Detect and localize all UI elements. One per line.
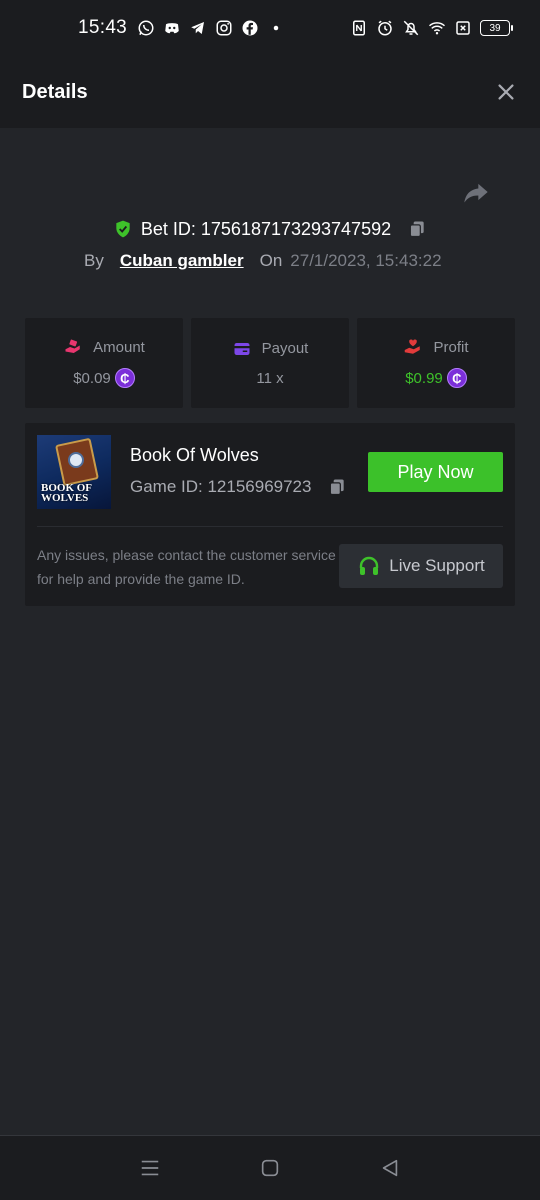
live-support-button[interactable]: Live Support xyxy=(339,544,503,588)
close-button[interactable] xyxy=(494,80,518,104)
eye-graphic xyxy=(68,452,84,468)
profit-card: Profit $0.99 ₵ xyxy=(357,318,515,408)
headset-icon xyxy=(360,556,379,575)
bet-id: Bet ID: 1756187173293747592 xyxy=(140,218,392,239)
sim-x-icon xyxy=(454,19,472,37)
status-bar: 15:43 39 xyxy=(0,0,540,56)
game-id: Game ID: 12156969723 xyxy=(130,477,312,496)
nfc-icon xyxy=(350,19,368,37)
copy-game-id-icon[interactable] xyxy=(327,477,347,497)
support-message: Any issues, please contact the customer … xyxy=(37,547,336,587)
close-icon xyxy=(498,84,514,100)
game-logo-text: BOOK OF WOLVES xyxy=(41,482,92,504)
game-name: Book Of Wolves xyxy=(130,445,259,465)
home-button[interactable] xyxy=(258,1156,282,1180)
game-id-row: Game ID: 12156969723 xyxy=(130,477,347,497)
telegram-icon xyxy=(189,19,207,37)
back-icon xyxy=(382,1159,398,1177)
card-icon xyxy=(234,342,250,355)
dot-icon xyxy=(267,19,285,37)
instagram-icon xyxy=(215,19,233,37)
system-nav-bar xyxy=(0,1135,540,1200)
facebook-icon xyxy=(241,19,259,37)
menu-icon xyxy=(141,1160,159,1176)
alarm-icon xyxy=(376,19,394,37)
profit-label: Profit xyxy=(433,338,469,356)
whatsapp-icon xyxy=(137,19,155,37)
shield-check-icon xyxy=(116,220,130,238)
hand-heart-icon xyxy=(405,339,421,354)
coin-icon: ₵ xyxy=(114,368,135,388)
wifi-icon xyxy=(428,19,446,37)
bet-datetime: 27/1/2023, 15:43:22 xyxy=(290,251,442,270)
share-button[interactable] xyxy=(462,178,490,206)
play-now-button[interactable]: Play Now xyxy=(368,452,503,492)
system-icons: 39 xyxy=(350,19,513,37)
game-panel: BOOK OF WOLVES Book Of Wolves Game ID: 1… xyxy=(25,423,515,606)
payout-card: Payout 11 x xyxy=(191,318,349,408)
on-label: On xyxy=(259,251,283,270)
notification-icons xyxy=(137,19,285,37)
by-label: By xyxy=(84,251,104,270)
bet-author-row: By Cuban gambler On 27/1/2023, 15:43:22 xyxy=(84,248,442,274)
coin-icon: ₵ xyxy=(446,368,467,388)
back-button[interactable] xyxy=(378,1156,402,1180)
bet-id-row: Bet ID: 1756187173293747592 xyxy=(0,215,540,243)
bell-off-icon xyxy=(402,19,420,37)
live-support-label: Live Support xyxy=(389,556,485,575)
user-link[interactable]: Cuban gambler xyxy=(120,251,244,271)
page-title: Details xyxy=(22,80,88,103)
profit-value: $0.99 xyxy=(405,369,443,387)
home-icon xyxy=(261,1159,279,1177)
recent-apps-button[interactable] xyxy=(138,1156,162,1180)
share-icon xyxy=(464,183,488,203)
game-thumbnail[interactable]: BOOK OF WOLVES xyxy=(37,435,111,509)
divider xyxy=(37,526,503,527)
discord-icon xyxy=(163,19,181,37)
status-time: 15:43 xyxy=(78,17,128,38)
amount-value: $0.09 xyxy=(73,369,111,387)
battery-indicator: 39 xyxy=(480,20,513,36)
payout-value: 11 x xyxy=(256,369,284,387)
bet-stats: Amount $0.09 ₵ Payout 11 x Profit $0.99 … xyxy=(25,318,515,408)
copy-bet-id-icon[interactable] xyxy=(407,219,427,239)
amount-label: Amount xyxy=(93,338,145,356)
hand-coins-icon xyxy=(65,339,80,353)
payout-label: Payout xyxy=(261,340,309,357)
details-header: Details xyxy=(0,56,540,128)
amount-card: Amount $0.09 ₵ xyxy=(25,318,183,408)
